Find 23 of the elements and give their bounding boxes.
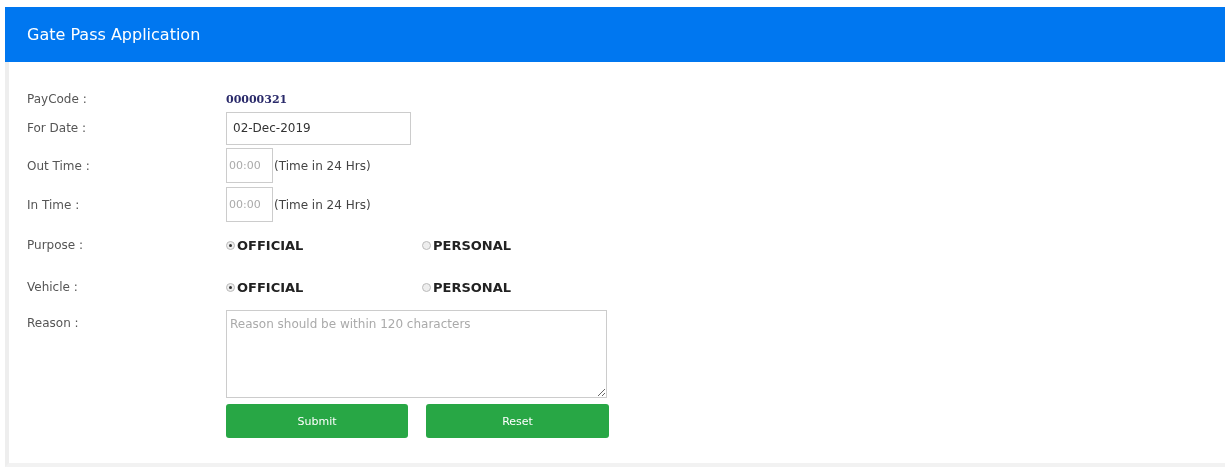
radio-label[interactable]: OFFICIAL [237, 279, 304, 295]
time-field[interactable]: 00:00 [226, 148, 273, 183]
field-label: Purpose : [27, 238, 84, 252]
radio-label[interactable]: OFFICIAL [237, 237, 304, 253]
time-hint: (Time in 24 Hrs) [274, 158, 371, 173]
paycode-value: 00000321 [226, 92, 288, 106]
field-label: PayCode : [27, 92, 88, 106]
field-label: Out Time : [27, 158, 91, 173]
date-field[interactable]: 02-Dec-2019 [226, 111, 411, 145]
reason-field[interactable]: Reason should be within 120 characters [226, 310, 607, 398]
radio-label[interactable]: PERSONAL [433, 237, 512, 253]
radio-label[interactable]: PERSONAL [433, 279, 512, 295]
radio-button[interactable] [422, 282, 431, 292]
radio-button[interactable] [422, 240, 431, 250]
radio-button[interactable] [226, 282, 235, 292]
time-field[interactable]: 00:00 [226, 187, 273, 222]
radio-button[interactable] [226, 240, 235, 250]
field-label: For Date : [27, 121, 88, 135]
field-label: Reason : [27, 315, 80, 330]
field-label: In Time : [27, 197, 81, 212]
page-title: Gate Pass Application [27, 25, 201, 44]
field-label: Vehicle : [27, 280, 79, 294]
time-hint: (Time in 24 Hrs) [274, 197, 371, 212]
